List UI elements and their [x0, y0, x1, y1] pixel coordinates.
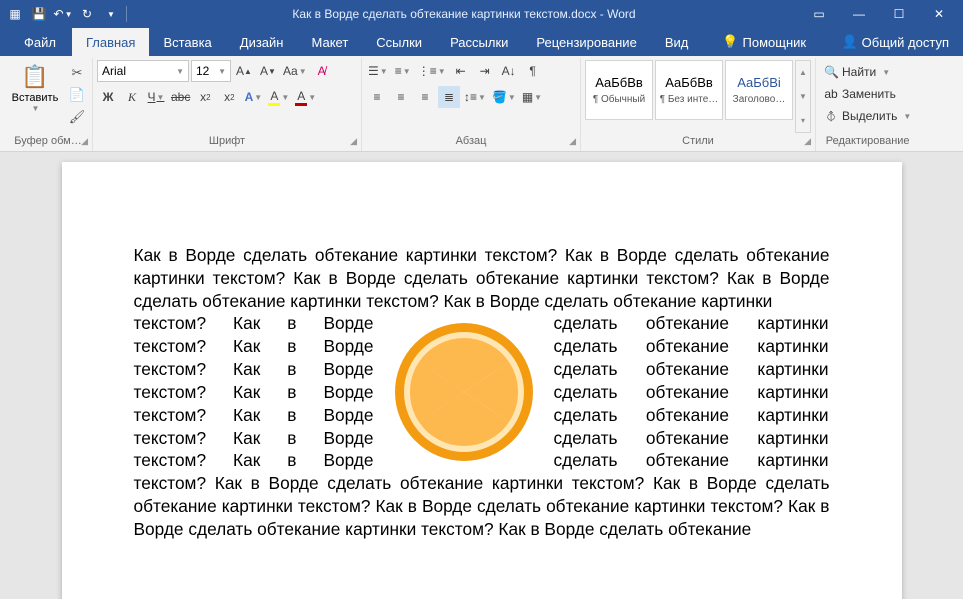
close-icon[interactable]: ✕: [919, 0, 959, 28]
clear-format-icon[interactable]: A̸: [311, 60, 333, 82]
bulb-icon: 💡: [722, 34, 738, 50]
cut-icon[interactable]: ✂: [66, 64, 88, 82]
styles-scroll-down-icon[interactable]: ▼: [796, 85, 810, 109]
underline-button[interactable]: Ч▼: [145, 86, 167, 108]
italic-button[interactable]: К: [121, 86, 143, 108]
bold-button[interactable]: Ж: [97, 86, 119, 108]
group-label-font: Шрифт: [209, 135, 245, 147]
font-name-combo[interactable]: Arial▼: [97, 60, 189, 82]
group-clipboard: 📋 Вставить ▼ ✂ 📄 🖌 Буфер обм…◢: [4, 58, 93, 151]
tab-insert[interactable]: Вставка: [149, 28, 225, 56]
strike-button[interactable]: abc: [169, 86, 192, 108]
group-label-editing: Редактирование: [826, 135, 910, 147]
styles-scroll-up-icon[interactable]: ▲: [796, 61, 810, 85]
copy-icon[interactable]: 📄: [66, 86, 88, 104]
word-app-icon[interactable]: ▦: [4, 3, 26, 25]
numbering-icon[interactable]: ≡▼: [392, 60, 414, 82]
doc-tail: текстом? Как в Ворде сделать обтекание к…: [134, 473, 830, 539]
sort-icon[interactable]: A↓: [498, 60, 520, 82]
launcher-icon[interactable]: ◢: [804, 136, 811, 147]
styles-expand-icon[interactable]: ▾: [796, 108, 810, 132]
superscript-button[interactable]: x2: [218, 86, 240, 108]
group-paragraph: ☰▼ ≡▼ ⋮≡▼ ⇤ ⇥ A↓ ¶ ≡ ≡ ≡ ≣ ↕≡▼ 🪣▼ ▦▼: [362, 58, 581, 151]
subscript-button[interactable]: x2: [194, 86, 216, 108]
borders-icon[interactable]: ▦▼: [520, 86, 544, 108]
maximize-icon[interactable]: ☐: [879, 0, 919, 28]
tab-design[interactable]: Дизайн: [226, 28, 298, 56]
group-label-paragraph: Абзац: [456, 135, 487, 147]
group-label-clipboard: Буфер обм…: [14, 135, 81, 147]
group-font: Arial▼ 12▼ A▲ A▼ Aa▼ A̸ Ж К Ч▼ abc x2 x2…: [93, 58, 362, 151]
document-area[interactable]: Как в Ворде сделать обтекание картинки т…: [0, 152, 963, 599]
tab-review[interactable]: Рецензирование: [522, 28, 650, 56]
cursor-icon: ⦽: [824, 109, 838, 124]
select-button[interactable]: ⦽Выделить▼: [820, 106, 915, 126]
save-icon[interactable]: 💾: [28, 3, 50, 25]
align-left-icon[interactable]: ≡: [366, 86, 388, 108]
multilevel-icon[interactable]: ⋮≡▼: [416, 60, 448, 82]
font-size-combo[interactable]: 12▼: [191, 60, 231, 82]
window-title: Как в Ворде сделать обтекание картинки т…: [129, 7, 799, 21]
find-button[interactable]: 🔍Найти▼: [820, 62, 915, 82]
align-center-icon[interactable]: ≡: [390, 86, 412, 108]
tab-layout[interactable]: Макет: [297, 28, 362, 56]
tab-mailings[interactable]: Рассылки: [436, 28, 522, 56]
doc-intro: Как в Ворде сделать обтекание картинки т…: [134, 245, 830, 311]
tab-references[interactable]: Ссылки: [362, 28, 436, 56]
redo-icon[interactable]: ↻: [76, 3, 98, 25]
bullets-icon[interactable]: ☰▼: [366, 60, 390, 82]
clipboard-icon: 📋: [21, 64, 48, 90]
ribbon-display-icon[interactable]: ▭: [799, 0, 839, 28]
orange-image[interactable]: [384, 312, 544, 472]
title-bar: ▦ 💾 ↶▼ ↻ ▼ Как в Ворде сделать обтекание…: [0, 0, 963, 28]
show-marks-icon[interactable]: ¶: [522, 60, 544, 82]
minimize-icon[interactable]: —: [839, 0, 879, 28]
search-icon: 🔍: [824, 65, 838, 79]
launcher-icon[interactable]: ◢: [81, 136, 88, 147]
paste-button[interactable]: 📋 Вставить ▼: [8, 60, 62, 133]
decrease-indent-icon[interactable]: ⇤: [450, 60, 472, 82]
highlight-button[interactable]: A▼: [266, 86, 291, 108]
ribbon: 📋 Вставить ▼ ✂ 📄 🖌 Буфер обм…◢ Arial▼ 12…: [0, 56, 963, 152]
page[interactable]: Как в Ворде сделать обтекание картинки т…: [62, 162, 902, 599]
document-body[interactable]: Как в Ворде сделать обтекание картинки т…: [134, 244, 830, 541]
ribbon-tabs: Файл Главная Вставка Дизайн Макет Ссылки…: [0, 28, 963, 56]
launcher-icon[interactable]: ◢: [350, 136, 357, 147]
format-painter-icon[interactable]: 🖌: [66, 108, 88, 126]
style-heading1[interactable]: АаБбВі Заголово…: [725, 60, 793, 120]
launcher-icon[interactable]: ◢: [569, 136, 576, 147]
align-right-icon[interactable]: ≡: [414, 86, 436, 108]
font-color-button[interactable]: A▼: [293, 86, 318, 108]
group-styles: АаБбВв ¶ Обычный АаБбВв ¶ Без инте… АаБб…: [581, 58, 816, 151]
tab-file[interactable]: Файл: [8, 28, 72, 56]
increase-indent-icon[interactable]: ⇥: [474, 60, 496, 82]
justify-icon[interactable]: ≣: [438, 86, 460, 108]
replace-button[interactable]: abЗаменить: [820, 84, 915, 104]
tab-tellme[interactable]: 💡Помощник: [708, 28, 820, 56]
qat-customize-icon[interactable]: ▼: [100, 3, 122, 25]
shrink-font-icon[interactable]: A▼: [257, 60, 279, 82]
group-label-styles: Стили: [682, 135, 714, 147]
style-normal[interactable]: АаБбВв ¶ Обычный: [585, 60, 653, 120]
window-controls: ▭ — ☐ ✕: [799, 0, 959, 28]
line-spacing-icon[interactable]: ↕≡▼: [462, 86, 488, 108]
tab-view[interactable]: Вид: [651, 28, 703, 56]
quick-access-toolbar: ▦ 💾 ↶▼ ↻ ▼: [4, 3, 129, 25]
replace-icon: ab: [824, 87, 838, 101]
tab-home[interactable]: Главная: [72, 28, 149, 56]
share-button[interactable]: 👤Общий доступ: [827, 28, 963, 56]
change-case-icon[interactable]: Aa▼: [281, 60, 309, 82]
share-icon: 👤: [841, 34, 857, 50]
shading-icon[interactable]: 🪣▼: [490, 86, 518, 108]
text-effects-button[interactable]: A▼: [242, 86, 264, 108]
style-no-spacing[interactable]: АаБбВв ¶ Без инте…: [655, 60, 723, 120]
undo-icon[interactable]: ↶▼: [52, 3, 74, 25]
grow-font-icon[interactable]: A▲: [233, 60, 255, 82]
group-editing: 🔍Найти▼ abЗаменить ⦽Выделить▼ Редактиров…: [816, 58, 919, 151]
